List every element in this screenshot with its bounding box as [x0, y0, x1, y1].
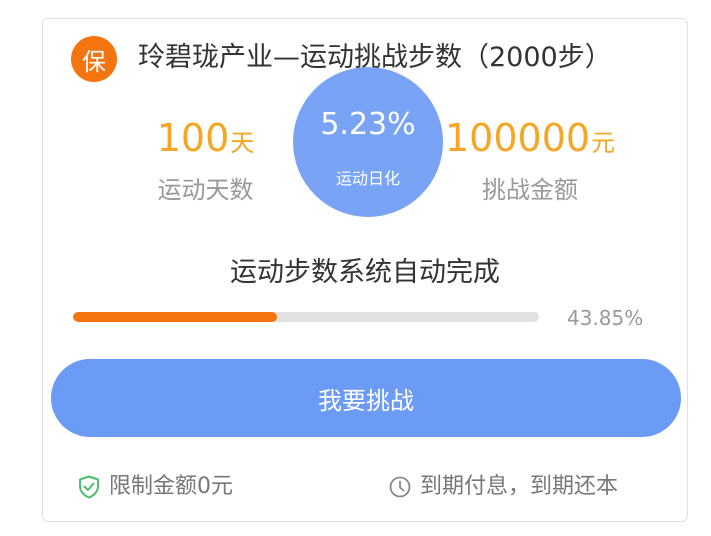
- days-label: 运动天数: [157, 176, 254, 204]
- challenge-card[interactable]: 保 玲碧珑产业—运动挑战步数（2000步） 100天 运动天数 5.23% 运动…: [42, 18, 688, 522]
- days-stat: 100天 运动天数: [143, 115, 268, 205]
- challenge-button[interactable]: 我要挑战: [51, 359, 681, 437]
- days-value: 100天: [143, 115, 268, 169]
- progress-fill: [73, 312, 278, 322]
- amount-unit: 元: [591, 129, 616, 157]
- amount-number: 100000: [445, 116, 591, 160]
- limit-text: 限制金额0元: [109, 474, 233, 499]
- clock-icon: [388, 474, 412, 500]
- payout-text: 到期付息，到期还本: [420, 474, 619, 499]
- shield-check-icon: [77, 474, 101, 500]
- daily-rate-label: 运动日化: [335, 169, 400, 188]
- payout-info: 到期付息，到期还本: [388, 473, 618, 501]
- progress-bar: [73, 312, 539, 322]
- amount-stat: 100000元 挑战金额: [445, 115, 615, 205]
- limit-info: 限制金额0元: [77, 473, 233, 501]
- amount-value: 100000元: [445, 115, 615, 169]
- insurance-badge: 保: [71, 36, 117, 82]
- days-number: 100: [156, 116, 230, 160]
- daily-rate-circle: 5.23% 运动日化: [293, 67, 443, 217]
- days-unit: 天: [230, 129, 255, 157]
- auto-complete-text: 运动步数系统自动完成: [230, 257, 500, 288]
- amount-label: 挑战金额: [482, 176, 578, 204]
- daily-rate-value: 5.23%: [320, 107, 416, 142]
- progress-percent: 43.85%: [567, 306, 644, 330]
